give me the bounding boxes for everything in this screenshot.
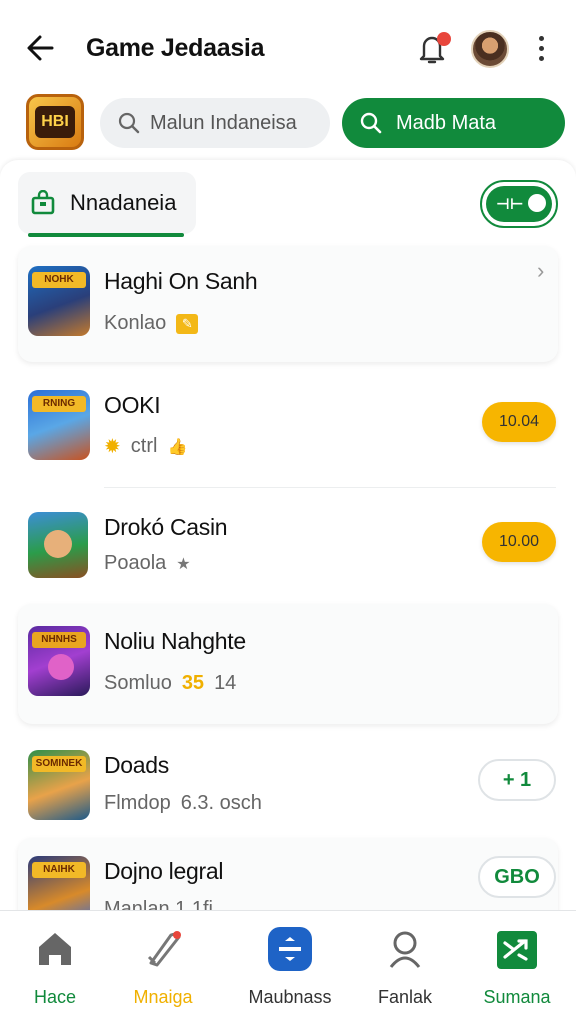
game-thumbnail [28, 512, 88, 578]
game-subtitle: ✹ ctrl 👍 [104, 434, 187, 459]
divider [104, 487, 556, 488]
divide-icon [268, 927, 312, 971]
game-thumbnail: NHNHS [28, 626, 90, 696]
add-button[interactable]: + 1 [478, 759, 556, 801]
character-shape [48, 654, 74, 680]
gear-icon: ✹ [104, 436, 121, 458]
game-title: Drokó Casin [104, 514, 228, 540]
game-score: 35 [181, 672, 205, 694]
game-subtitle-text: ctrl [130, 435, 158, 457]
nav-label: Fanlak [377, 987, 433, 1007]
top-app-bar: Game Jedaasia [0, 0, 576, 96]
price-button[interactable]: 10.00 [482, 522, 556, 562]
nav-item-center[interactable]: Maubnass [235, 927, 345, 1008]
game-thumbnail: SOMINEK [28, 750, 90, 820]
game-subtitle-text: Poaola [104, 552, 167, 574]
search-action-button[interactable]: Madb Mata [342, 98, 565, 148]
go-button[interactable]: GBO [478, 856, 556, 898]
game-title: Noliu Nahghte [104, 628, 246, 654]
bottom-navigation: Hace Mnaiga Maubnass Fanlak Sumana [0, 910, 576, 1024]
price-button[interactable]: 10.04 [482, 402, 556, 442]
search-icon [118, 112, 140, 134]
pencil-badge-icon: ✎ [176, 313, 199, 334]
game-row[interactable]: NOHK Haghi On Sanh Konlao ✎ [18, 246, 558, 362]
app-logo[interactable]: HBI [26, 94, 84, 150]
search-icon [360, 112, 382, 134]
store-bag-icon [31, 190, 55, 215]
home-icon [39, 933, 71, 965]
game-title: Haghi On Sanh [104, 268, 258, 294]
game-count: 14 [214, 672, 237, 694]
game-title: Dojno legral [104, 858, 224, 884]
nav-item-shuffle[interactable]: Sumana [462, 927, 572, 1008]
nav-item-rocket[interactable]: Mnaiga [108, 927, 218, 1008]
person-icon [389, 931, 421, 968]
game-row[interactable]: Drokó Casin Poaola ★ [18, 500, 558, 600]
game-subtitle-text: Konlao [104, 312, 167, 334]
game-row[interactable]: RNING OOKI ✹ ctrl 👍 [18, 378, 558, 478]
game-row[interactable]: SOMINEK Doads Flmdop 6.3. osch [18, 738, 558, 830]
shuffle-icon [497, 931, 537, 969]
game-row[interactable]: NHNHS Noliu Nahghte Somluo 35 14 [18, 604, 558, 724]
game-subtitle: Somluo 35 14 [104, 672, 236, 695]
nav-label: Sumana [483, 987, 551, 1007]
character-face [44, 530, 72, 558]
thumbnail-text: RNING [32, 396, 86, 412]
nav-item-profile[interactable]: Fanlak [350, 927, 460, 1008]
nav-label: Hace [33, 987, 77, 1007]
more-vert-icon[interactable] [538, 36, 546, 62]
filter-toggle[interactable]: ⊣⊢ [480, 180, 558, 228]
tab-label: Nnadaneia [70, 190, 177, 215]
toggle-knob [528, 194, 546, 212]
tab-region[interactable]: Nnadaneia [18, 172, 196, 234]
chevron-right-icon[interactable]: › [537, 258, 544, 284]
game-subtitle: Poaola ★ [104, 552, 191, 575]
page-title: Game Jedaasia [86, 34, 265, 62]
app-logo-text: HBI [35, 106, 75, 138]
game-title: Doads [104, 752, 169, 778]
rocket-icon [147, 931, 181, 967]
arrow-left-icon[interactable] [22, 30, 58, 66]
toggle-label: ⊣⊢ [496, 196, 524, 213]
thumbnail-text: NOHK [32, 272, 86, 288]
nav-label: Maubnass [248, 987, 332, 1007]
star-icon: ★ [176, 555, 191, 573]
game-title: OOKI [104, 392, 161, 418]
game-subtitle-text: Flmdop [104, 792, 171, 814]
thumbnail-text: NHNHS [32, 632, 86, 648]
game-thumbnail: RNING [28, 390, 90, 460]
thumbs-up-icon: 👍 [167, 438, 188, 456]
nav-label: Mnaiga [133, 987, 193, 1007]
game-meta: 6.3. osch [180, 792, 262, 814]
game-subtitle: Konlao ✎ [104, 312, 199, 335]
search-input[interactable]: Malun Indaneisa [100, 98, 330, 148]
tab-indicator [28, 233, 184, 237]
notification-dot [437, 32, 451, 46]
search-action-label: Madb Mata [396, 111, 497, 134]
game-thumbnail: NOHK [28, 266, 90, 336]
thumbnail-text: SOMINEK [32, 756, 86, 772]
thumbnail-text: NAIHK [32, 862, 86, 878]
search-placeholder: Malun Indaneisa [150, 111, 297, 134]
nav-item-home[interactable]: Hace [0, 927, 110, 1008]
game-subtitle-text: Somluo [104, 672, 172, 694]
avatar[interactable] [471, 30, 509, 68]
game-subtitle: Flmdop 6.3. osch [104, 792, 262, 815]
